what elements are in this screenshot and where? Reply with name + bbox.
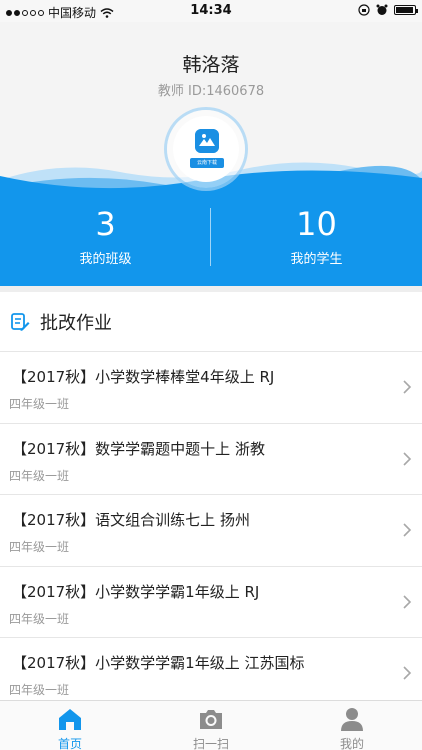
- alarm-icon: [376, 4, 388, 15]
- assignment-class: 四年级一班: [9, 397, 70, 411]
- list-item[interactable]: 【2017秋】小学数学学霸1年级上 RJ 四年级一班: [0, 566, 422, 638]
- assignment-title: 【2017秋】小学数学棒棒堂4年级上 RJ: [12, 368, 275, 386]
- avatar-inner: 云南下载: [173, 116, 239, 182]
- camera-icon: [200, 710, 222, 729]
- assignment-class: 四年级一班: [9, 540, 70, 554]
- list-item[interactable]: 【2017秋】小学数学棒棒堂4年级上 RJ 四年级一班: [0, 352, 422, 424]
- stat-classes[interactable]: 3 我的班级: [0, 204, 211, 267]
- students-count: 10: [296, 205, 337, 243]
- user-name: 韩洛落: [182, 54, 240, 76]
- tab-home[interactable]: 首页: [0, 701, 140, 750]
- assignment-list: 【2017秋】小学数学棒棒堂4年级上 RJ 四年级一班 【2017秋】数学学霸题…: [0, 352, 422, 710]
- chevron-right-icon: [403, 380, 412, 394]
- assignment-title: 【2017秋】小学数学学霸1年级上 江苏国标: [12, 654, 305, 672]
- list-item[interactable]: 【2017秋】语文组合训练七上 扬州 四年级一班: [0, 495, 422, 567]
- classes-label: 我的班级: [79, 252, 132, 267]
- tab-mine[interactable]: 我的: [282, 701, 422, 750]
- status-bar: 中国移动 14:34: [0, 0, 422, 22]
- list-item[interactable]: 【2017秋】小学数学学霸1年级上 江苏国标 四年级一班: [0, 638, 422, 710]
- stat-students[interactable]: 10 我的学生: [211, 204, 422, 267]
- avatar[interactable]: 云南下载: [167, 110, 245, 188]
- app-badge: 云南下载: [190, 158, 224, 168]
- battery-icon: [394, 5, 418, 15]
- chevron-right-icon: [403, 594, 412, 609]
- tab-home-label: 首页: [57, 737, 82, 750]
- teacher-id: 教师 ID:1460678: [157, 84, 265, 99]
- assignment-title: 【2017秋】语文组合训练七上 扬州: [12, 511, 250, 529]
- edit-note-icon: [11, 313, 30, 331]
- tab-bar: 首页 扫一扫 我的: [0, 700, 422, 750]
- home-icon: [59, 709, 81, 730]
- app-logo-icon: [195, 129, 219, 153]
- assignment-class: 四年级一班: [9, 468, 70, 483]
- assignment-title: 【2017秋】小学数学学霸1年级上 RJ: [12, 582, 260, 601]
- profile-header: 韩洛落 教师 ID:1460678 云南下载 3 我的班级 10 我的学生: [0, 22, 422, 286]
- assignment-class: 四年级一班: [9, 683, 70, 697]
- section-title: 批改作业: [40, 313, 112, 334]
- students-label: 我的学生: [290, 252, 343, 267]
- list-item[interactable]: 【2017秋】数学学霸题中题十上 浙教 四年级一班: [0, 423, 422, 495]
- user-icon: [341, 708, 363, 731]
- chevron-right-icon: [403, 523, 412, 537]
- orientation-lock-icon: [358, 4, 370, 16]
- tab-scan-label: 扫一扫: [192, 737, 229, 750]
- tab-scan[interactable]: 扫一扫: [141, 701, 281, 750]
- classes-count: 3: [95, 205, 116, 243]
- assignment-class: 四年级一班: [9, 611, 70, 626]
- tab-mine-label: 我的: [339, 737, 364, 750]
- section-header: 批改作业: [0, 292, 422, 352]
- assignment-title: 【2017秋】数学学霸题中题十上 浙教: [12, 439, 265, 458]
- status-right: [358, 4, 418, 16]
- chevron-right-icon: [403, 451, 412, 466]
- chevron-right-icon: [403, 666, 412, 680]
